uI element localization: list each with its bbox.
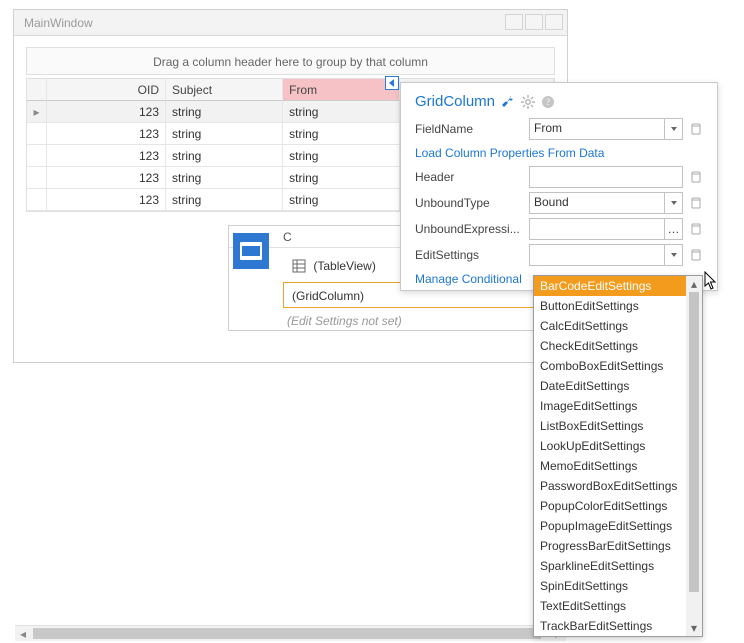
- dropdown-item[interactable]: PopupImageEditSettings: [534, 516, 686, 536]
- cell-from[interactable]: string: [283, 101, 400, 123]
- breadcrumb-tableview-label: (TableView): [313, 259, 375, 273]
- dropdown-scrollbar[interactable]: ▴ ▾: [686, 276, 702, 636]
- reset-icon[interactable]: [689, 248, 703, 262]
- row-indicator: [27, 167, 47, 189]
- dropdown-item[interactable]: ListBoxEditSettings: [534, 416, 686, 436]
- dropdown-item[interactable]: MemoEditSettings: [534, 456, 686, 476]
- scroll-left-icon[interactable]: ◂: [15, 626, 31, 642]
- row-indicator: [27, 123, 47, 145]
- fieldname-dropdown-icon[interactable]: [664, 119, 682, 139]
- fieldname-label: FieldName: [415, 122, 523, 136]
- grid-horizontal-scrollbar[interactable]: ◂ ▸: [15, 625, 566, 641]
- dropdown-item[interactable]: ProgressBarEditSettings: [534, 536, 686, 556]
- cell-from[interactable]: string: [283, 189, 400, 211]
- popup-title-text: GridColumn: [415, 93, 495, 110]
- dropdown-item[interactable]: PopupColorEditSettings: [534, 496, 686, 516]
- dropdown-item[interactable]: CheckEditSettings: [534, 336, 686, 356]
- editsettings-dropdown-list: BarCodeEditSettingsButtonEditSettingsCal…: [533, 275, 703, 637]
- dropdown-item[interactable]: SpinEditSettings: [534, 576, 686, 596]
- load-column-properties-link[interactable]: Load Column Properties From Data: [415, 146, 703, 160]
- editsettings-label: EditSettings: [415, 248, 523, 262]
- prop-unboundexpression: UnboundExpressi... …: [415, 218, 703, 240]
- prop-unboundtype: UnboundType Bound: [415, 192, 703, 214]
- cell-subject[interactable]: string: [166, 145, 283, 167]
- gridcolumn-task-popup: GridColumn ? FieldName From Load Column …: [400, 82, 718, 291]
- dropdown-item[interactable]: ComboBoxEditSettings: [534, 356, 686, 376]
- titlebar: MainWindow: [14, 10, 567, 36]
- editsettings-dropdown-icon[interactable]: [664, 245, 682, 265]
- cell-oid[interactable]: 123: [47, 101, 166, 123]
- popup-title: GridColumn ?: [415, 93, 703, 110]
- unboundtype-field[interactable]: Bound: [529, 192, 683, 214]
- cell-subject[interactable]: string: [166, 167, 283, 189]
- breadcrumb-editsettings[interactable]: (Edit Settings not set): [287, 314, 557, 328]
- column-header-subject[interactable]: Subject: [166, 79, 283, 101]
- indicator-header: [27, 79, 47, 101]
- breadcrumb-gridcolumn-label: (GridColumn): [292, 289, 364, 303]
- cell-from[interactable]: string: [283, 145, 400, 167]
- cell-oid[interactable]: 123: [47, 123, 166, 145]
- reset-icon[interactable]: [689, 222, 703, 236]
- dropdown-item[interactable]: CalcEditSettings: [534, 316, 686, 336]
- prop-header: Header: [415, 166, 703, 188]
- reset-icon[interactable]: [689, 196, 703, 210]
- dropdown-item[interactable]: TrackBarEditSettings: [534, 616, 686, 636]
- reset-icon[interactable]: [689, 170, 703, 184]
- column-header-oid[interactable]: OID: [47, 79, 166, 101]
- prop-editsettings: EditSettings: [415, 244, 703, 266]
- maximize-button[interactable]: [525, 14, 543, 30]
- dropdown-item[interactable]: TextEditSettings: [534, 596, 686, 616]
- minimize-button[interactable]: [505, 14, 523, 30]
- scroll-thumb[interactable]: [689, 292, 699, 592]
- scroll-up-icon[interactable]: ▴: [686, 276, 702, 292]
- breadcrumb-editsettings-label: (Edit Settings not set): [287, 314, 402, 328]
- unboundexpr-label: UnboundExpressi...: [415, 222, 523, 236]
- prop-fieldname: FieldName From: [415, 118, 703, 140]
- unboundexpr-field[interactable]: …: [529, 218, 683, 240]
- dropdown-item[interactable]: PasswordBoxEditSettings: [534, 476, 686, 496]
- row-indicator: ▸: [27, 101, 47, 123]
- wrench-icon[interactable]: [501, 95, 515, 109]
- header-label: Header: [415, 170, 523, 184]
- svg-text:?: ?: [546, 97, 550, 107]
- cell-oid[interactable]: 123: [47, 145, 166, 167]
- cell-subject[interactable]: string: [166, 123, 283, 145]
- reset-icon[interactable]: [689, 122, 703, 136]
- row-indicator: [27, 145, 47, 167]
- designer-icon[interactable]: [233, 233, 269, 269]
- cell-subject[interactable]: string: [166, 189, 283, 211]
- fieldname-value: From: [534, 121, 562, 135]
- header-field[interactable]: [529, 166, 683, 188]
- gear-icon[interactable]: [521, 95, 535, 109]
- smart-tag-icon[interactable]: [385, 76, 399, 90]
- editsettings-field[interactable]: [529, 244, 683, 266]
- scroll-down-icon[interactable]: ▾: [686, 620, 702, 636]
- dropdown-item[interactable]: ButtonEditSettings: [534, 296, 686, 316]
- window-buttons: [505, 14, 563, 30]
- scroll-thumb[interactable]: [33, 628, 541, 639]
- unboundexpr-ellipsis-icon[interactable]: …: [664, 219, 682, 239]
- cell-from[interactable]: string: [283, 167, 400, 189]
- fieldname-field[interactable]: From: [529, 118, 683, 140]
- help-icon[interactable]: ?: [541, 95, 555, 109]
- row-indicator: [27, 189, 47, 211]
- cell-oid[interactable]: 123: [47, 167, 166, 189]
- dropdown-item[interactable]: LookUpEditSettings: [534, 436, 686, 456]
- cell-from[interactable]: string: [283, 123, 400, 145]
- dropdown-item[interactable]: SparklineEditSettings: [534, 556, 686, 576]
- dropdown-item[interactable]: BarCodeEditSettings: [534, 276, 686, 296]
- unboundtype-value: Bound: [534, 195, 569, 209]
- cell-subject[interactable]: string: [166, 101, 283, 123]
- unboundtype-dropdown-icon[interactable]: [664, 193, 682, 213]
- dropdown-item[interactable]: ImageEditSettings: [534, 396, 686, 416]
- cell-oid[interactable]: 123: [47, 189, 166, 211]
- group-panel[interactable]: Drag a column header here to group by th…: [26, 47, 555, 75]
- window-title: MainWindow: [24, 16, 93, 30]
- dropdown-item[interactable]: DateEditSettings: [534, 376, 686, 396]
- close-button[interactable]: [545, 14, 563, 30]
- column-header-from[interactable]: From: [283, 79, 400, 101]
- unboundtype-label: UnboundType: [415, 196, 523, 210]
